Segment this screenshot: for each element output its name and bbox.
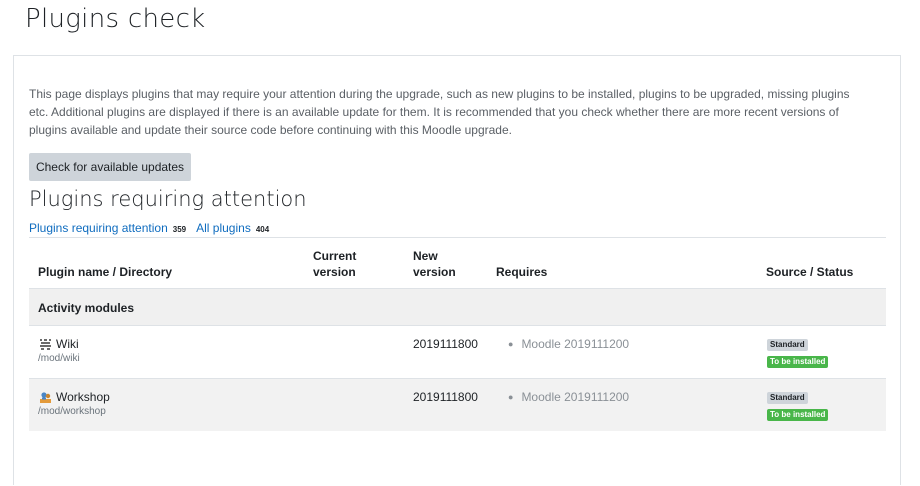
all-plugins-count: 404: [255, 225, 270, 234]
table-header: Plugin name / Directory Current version …: [29, 238, 886, 288]
new-version: 2019111800: [413, 390, 478, 404]
workshop-icon: [39, 391, 52, 404]
requires-item: ● Moodle 2019111200: [508, 337, 629, 351]
filter-requiring-attention-link[interactable]: Plugins requiring attention: [29, 221, 168, 235]
header-new-line1: New: [413, 249, 438, 263]
group-label: Activity modules: [38, 301, 135, 315]
header-current-line1: Current: [313, 249, 357, 263]
requires-item: ● Moodle 2019111200: [508, 390, 629, 404]
bullet-icon: ●: [508, 392, 514, 402]
header-current-line2: version: [313, 265, 356, 279]
page-title: Plugins check: [25, 4, 206, 34]
plugins-table: Plugin name / Directory Current version …: [29, 237, 886, 431]
intro-text: This page displays plugins that may requ…: [29, 87, 850, 137]
plugin-directory: /mod/wiki: [38, 353, 80, 364]
new-version: 2019111800: [413, 337, 478, 351]
check-updates-button[interactable]: Check for available updates: [29, 153, 191, 181]
plugin-filter-links: Plugins requiring attention 359 All plugin…: [29, 221, 279, 235]
bullet-icon: ●: [508, 339, 514, 349]
table-row: Wiki /mod/wiki 2019111800 ● Moodle 201911…: [29, 325, 886, 378]
header-plugin-name: Plugin name / Directory: [38, 265, 173, 279]
header-current-version: Current version: [313, 248, 356, 280]
wiki-icon: [39, 338, 52, 351]
requires-text: Moodle 2019111200: [521, 390, 630, 404]
header-new-line2: version: [413, 265, 456, 279]
plugin-name: Workshop: [56, 390, 110, 404]
plugins-check-card: This page displays plugins that may requ…: [13, 55, 901, 485]
source-badge: Standard: [767, 392, 808, 404]
requires-text: Moodle 2019111200: [521, 337, 630, 351]
filter-all-plugins-link[interactable]: All plugins: [196, 221, 251, 235]
plugin-directory: /mod/workshop: [38, 406, 106, 417]
requiring-attention-count: 359: [172, 225, 187, 234]
source-badge: Standard: [767, 339, 808, 351]
header-new-version: New version: [413, 248, 456, 280]
group-row-activity-modules: Activity modules: [29, 288, 886, 325]
header-requires: Requires: [496, 265, 548, 279]
status-badge: To be installed: [767, 356, 829, 368]
status-badge: To be installed: [767, 409, 829, 421]
header-source-status: Source / Status: [766, 265, 854, 279]
section-heading: Plugins requiring attention: [29, 187, 307, 211]
table-row: Workshop /mod/workshop 2019111800 ● Moodl…: [29, 378, 886, 431]
plugin-name: Wiki: [56, 337, 79, 351]
